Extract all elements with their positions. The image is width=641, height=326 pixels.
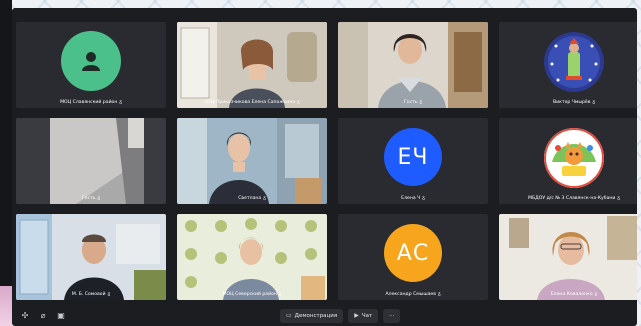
participant-name: Виктор Чмырёв xyxy=(552,100,591,105)
video-feed xyxy=(177,118,327,204)
participant-name: Гость xyxy=(81,196,96,201)
video-feed xyxy=(338,22,488,108)
participant-name: МОЦ Славянский район xyxy=(60,100,118,105)
participant-tile[interactable]: МОЦ Северский район ᵹ xyxy=(177,214,327,300)
mic-muted-icon: ᵹ xyxy=(97,196,101,201)
participant-tile[interactable]: АС Александр Смышаев ᵹ xyxy=(338,214,488,300)
participant-tile[interactable]: Гость ᵹ xyxy=(338,22,488,108)
mic-muted-icon: ᵹ xyxy=(617,196,620,201)
kindergarten-logo-icon xyxy=(544,128,604,188)
chat-button[interactable]: ▶ Чат xyxy=(348,309,379,323)
left-window-edge xyxy=(0,0,12,326)
mic-muted-icon: ᵹ xyxy=(419,100,423,105)
screen-share-button[interactable]: ▭ Демонстрация xyxy=(280,309,344,323)
camera-icon[interactable]: ▣ xyxy=(56,311,66,321)
mic-muted-icon: ᵹ xyxy=(119,100,122,105)
video-feed xyxy=(499,214,637,300)
mic-muted-icon: ᵹ xyxy=(594,292,598,297)
mic-muted-icon: ᵹ xyxy=(422,196,425,201)
participant-tile[interactable]: Елена Коваленко ᵹ xyxy=(499,214,637,300)
participant-name: Александр Смышаев xyxy=(385,292,436,297)
participant-tile[interactable]: МБДОУ д/с № 3 Славянск-на-Кубани ᵹ xyxy=(499,118,637,204)
bottom-toolbar: ✣ ⌀ ▣ ▭ Демонстрация ▶ Чат ··· xyxy=(12,306,637,326)
mic-muted-icon: ᵹ xyxy=(437,292,441,297)
participant-name: Елена Коваленко xyxy=(550,292,593,297)
more-options-button[interactable]: ··· xyxy=(383,309,401,323)
participant-name: МОЦ Северский район xyxy=(222,292,277,297)
participant-grid: МОЦ Славянский район ᵹ ЗОЦ Приказчикова Е… xyxy=(16,22,637,300)
participant-tile[interactable]: Гость ᵹ xyxy=(16,118,166,204)
participant-initials-avatar: ЕЧ xyxy=(384,128,442,186)
participants-icon[interactable]: ✣ xyxy=(20,311,30,321)
participant-tile-active-speaker[interactable]: ЗОЦ Приказчикова Елена Сапожкина ᵹ xyxy=(177,22,327,108)
microphone-off-icon[interactable]: ⌀ xyxy=(38,311,48,321)
participant-name: М. Б. Сомовой xyxy=(71,292,106,297)
mic-muted-icon: ᵹ xyxy=(297,100,300,105)
conference-window: МОЦ Славянский район ᵹ ЗОЦ Приказчикова Е… xyxy=(12,8,637,326)
mic-muted-icon: ᵹ xyxy=(107,292,111,297)
video-feed xyxy=(16,118,166,204)
participant-tile[interactable]: М. Б. Сомовой ᵹ xyxy=(16,214,166,300)
participant-name: Елена Ч xyxy=(401,196,421,201)
mic-muted-icon: ᵹ xyxy=(592,100,596,105)
participant-name: Светлана xyxy=(238,196,262,201)
participant-name: МБДОУ д/с № 3 Славянск-на-Кубани xyxy=(528,196,616,201)
chat-icon: ▶ xyxy=(354,312,359,319)
mic-muted-icon: ᵹ xyxy=(278,292,282,297)
video-feed xyxy=(16,214,166,300)
video-feed xyxy=(177,214,327,300)
video-feed xyxy=(177,22,327,108)
participant-tile[interactable]: ЕЧ Елена Чᵹ xyxy=(338,118,488,204)
participant-name: Гость xyxy=(403,100,418,105)
screen-share-icon: ▭ xyxy=(286,312,292,319)
participant-initials-avatar: АС xyxy=(384,224,442,282)
person-icon xyxy=(61,31,121,91)
participant-tile[interactable]: Светлана ᵹ xyxy=(177,118,327,204)
participant-name: ЗОЦ Приказчикова Елена Сапожкина xyxy=(204,100,296,105)
star-badge-icon xyxy=(544,32,604,92)
mic-muted-icon: ᵹ xyxy=(263,196,266,201)
participant-tile[interactable]: МОЦ Славянский район ᵹ xyxy=(16,22,166,108)
participant-tile[interactable]: Виктор Чмырёв ᵹ xyxy=(499,22,637,108)
